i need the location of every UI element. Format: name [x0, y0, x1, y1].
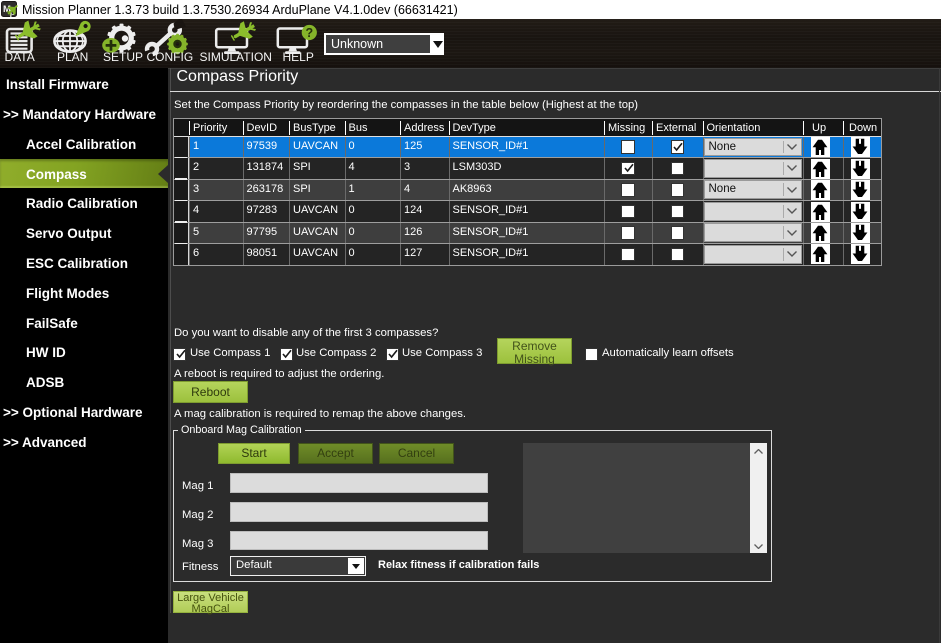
svg-text:?: ?	[305, 26, 313, 40]
